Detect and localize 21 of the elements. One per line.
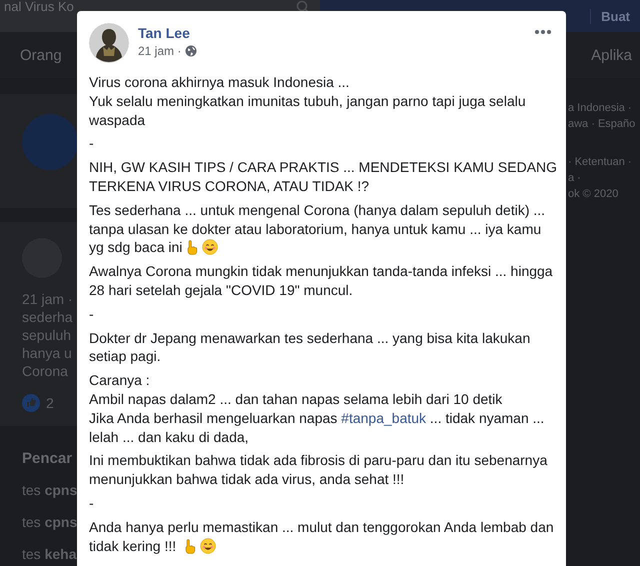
like-count: 2 [46,394,54,412]
post-text: Caranya : [89,371,151,390]
post-text: Ambil napas dalam2 ... dan tahan napas selama lebih dari 10 detik [89,390,504,409]
post-text: Corona [22,362,69,380]
post-text: Jika Anda berhasil mengeluarkan napas #tanpa_batuk ... tidak nyaman ... lelah ... dan kaku di dada, [89,408,546,446]
post-text: Virus corona akhirnya masuk Indonesia ... [89,73,350,92]
post-text: - [89,304,95,324]
post-text: Anda hanya perlu memastikan ... mulut dan tenggorokan Anda lembab dan tidak kering !!! [89,518,555,556]
post-text: Yuk selalu meningkatkan imunitas tubuh, jangan parno tapi juga selalu waspada [89,92,527,130]
post-text: sederha [22,308,74,326]
post-text: Dokter dr Jepang menawarkan tes sederhana ... yang bisa kita lakukan setiap pagi. [89,328,532,366]
post-text: Awalnya Corona mungkin tidak menunjukkan tanda-tanda infeksi ... hingga 28 hari setelah gejala "COVID 19" muncul. [89,262,554,300]
post-text: sepuluh [22,326,72,344]
post-text: NIH, GW KASIH TIPS / CARA PRAKTIS ... MENDETEKSI KAMU SEDANG TERKENA VIRUS CORONA, ATAU TIDAK !? [89,158,558,196]
post-text: - [89,134,95,154]
post-text: hanya u [22,344,73,362]
post-text: - [89,494,95,513]
section-title: Pencar [22,450,74,467]
post-text: Tes sederhana ... untuk mengenal Corona (hanya dalam sepuluh detik) ... tanpa ulasan ke dokter atau laboratorium, hanya untuk kamu ... iya kamu yg sdg baca ini [89,200,546,258]
post-text: Ini membuktikan bahwa tidak ada fibrosis di paru-paru dan itu sebenarnya menunjukkan bahwa tidak ada virus, anda sehat !!! [89,451,548,489]
post-time: 21 jam · [22,290,74,308]
